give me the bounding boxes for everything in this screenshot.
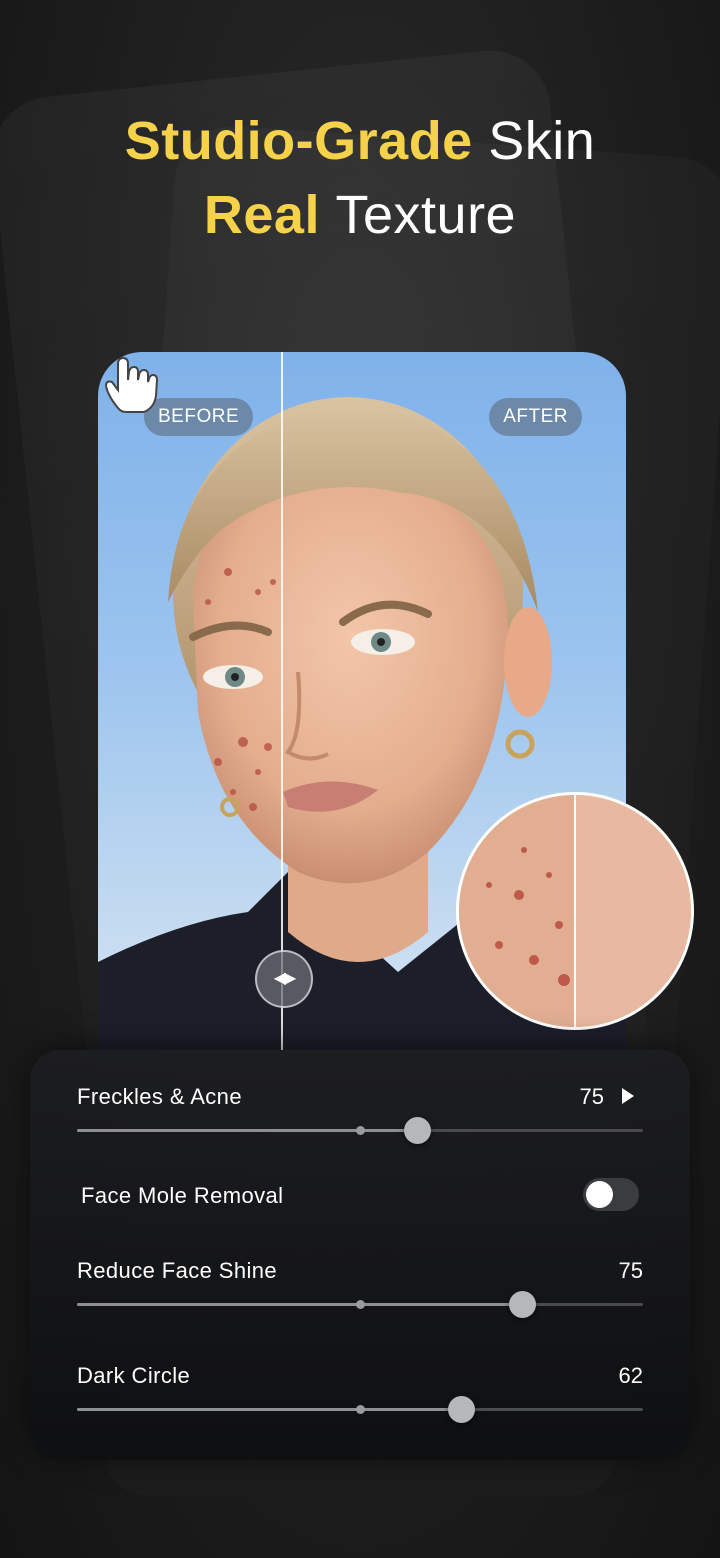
face-mole-removal-label: Face Mole Removal xyxy=(81,1183,284,1208)
headline-text: Texture xyxy=(335,185,517,245)
slider-thumb[interactable] xyxy=(508,1291,536,1318)
slider-fill xyxy=(77,1303,522,1306)
play-icon[interactable] xyxy=(622,1088,634,1104)
freckles-acne-label: Freckles & Acne xyxy=(77,1084,242,1109)
slider-default-dot xyxy=(356,1405,365,1414)
headline-line-1: Studio-Grade Skin xyxy=(0,104,720,178)
headline-highlight: Real xyxy=(203,185,320,245)
slider-thumb[interactable] xyxy=(447,1396,475,1423)
slider-thumb[interactable] xyxy=(403,1117,431,1144)
reduce-face-shine-slider[interactable] xyxy=(77,1291,643,1318)
toggle-knob xyxy=(586,1181,613,1208)
skin-closeup xyxy=(459,795,691,1027)
reduce-face-shine-value: 75 xyxy=(618,1258,643,1283)
face-mole-removal-toggle[interactable] xyxy=(583,1178,639,1211)
headline-highlight: Studio-Grade xyxy=(124,111,473,171)
headline-text: Skin xyxy=(488,111,596,171)
slider-default-dot xyxy=(356,1126,365,1135)
freckles-acne-value: 75 xyxy=(579,1084,604,1109)
reduce-face-shine-label: Reduce Face Shine xyxy=(77,1258,278,1283)
slider-fill xyxy=(77,1408,461,1411)
dark-circle-value: 62 xyxy=(618,1363,643,1388)
headline: Studio-Grade Skin Real Texture xyxy=(0,104,720,252)
headline-line-2: Real Texture xyxy=(0,178,720,252)
dark-circle-label: Dark Circle xyxy=(77,1363,191,1388)
after-label: AFTER xyxy=(489,398,582,436)
slider-default-dot xyxy=(356,1300,365,1309)
pointer-hand-icon xyxy=(104,356,159,413)
dark-circle-slider[interactable] xyxy=(77,1396,643,1423)
compare-handle-icon[interactable]: ◀▶ xyxy=(255,950,313,1008)
zoom-magnifier xyxy=(456,792,694,1030)
adjustment-panel: Freckles & Acne 75 Face Mole Removal Red… xyxy=(30,1050,690,1460)
slider-fill xyxy=(77,1129,417,1132)
freckles-acne-slider[interactable] xyxy=(77,1117,643,1144)
compare-divider[interactable] xyxy=(281,352,283,1050)
